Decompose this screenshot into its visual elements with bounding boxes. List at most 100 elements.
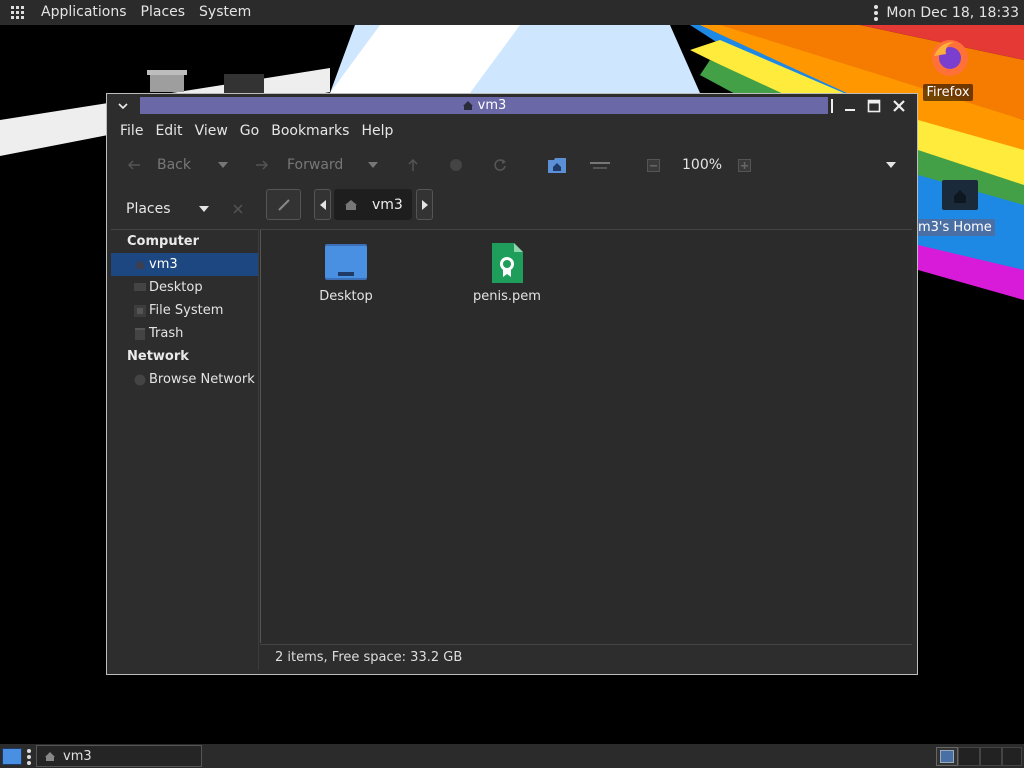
toggle-location-entry-button[interactable] bbox=[266, 189, 301, 220]
back-history-dropdown[interactable] bbox=[218, 162, 228, 168]
sidebar-item-vm3[interactable]: vm3 bbox=[111, 253, 258, 276]
window-menu-button[interactable] bbox=[107, 94, 139, 118]
arrow-right-icon bbox=[256, 160, 269, 170]
chevron-right-icon bbox=[421, 199, 428, 210]
drive-icon bbox=[133, 304, 146, 317]
computer-icon bbox=[590, 162, 610, 169]
close-sidebar-button[interactable] bbox=[233, 203, 243, 218]
file-view[interactable]: Desktop penis.pem bbox=[260, 229, 912, 643]
trash-icon bbox=[133, 327, 146, 340]
sidebar-item-desktop[interactable]: Desktop bbox=[111, 276, 258, 299]
top-panel: Applications Places System Mon Dec 18, 1… bbox=[0, 0, 1024, 25]
sidebar-item-browse-network[interactable]: Browse Network bbox=[111, 368, 258, 391]
sidebar-header-computer: Computer bbox=[127, 234, 200, 249]
desktop-icon-home[interactable]: m3's Home bbox=[915, 176, 995, 236]
applications-menu[interactable]: Applications bbox=[34, 0, 134, 25]
arrow-up-icon bbox=[408, 158, 418, 171]
menu-go[interactable]: Go bbox=[234, 123, 265, 139]
app-grid-icon[interactable] bbox=[11, 5, 25, 20]
toolbar-overflow-button[interactable] bbox=[886, 162, 896, 168]
path-button-home[interactable]: vm3 bbox=[334, 189, 412, 220]
home-folder-icon bbox=[548, 157, 566, 173]
file-item-penis-pem[interactable]: penis.pem bbox=[457, 242, 557, 304]
menu-view[interactable]: View bbox=[189, 123, 234, 139]
zoom-out-button[interactable] bbox=[647, 158, 660, 172]
menu-help[interactable]: Help bbox=[355, 123, 399, 139]
panel-menu-icon[interactable] bbox=[874, 4, 879, 21]
stop-button[interactable] bbox=[449, 158, 463, 172]
home-icon bbox=[462, 101, 473, 110]
taskbar-item-vm3[interactable]: vm3 bbox=[36, 745, 202, 767]
file-manager-window: vm3 File Edit View Go Bookmarks Help Bac… bbox=[106, 93, 918, 675]
dropdown-arrow-icon bbox=[198, 206, 209, 212]
window-title[interactable]: vm3 bbox=[140, 97, 828, 114]
sidebar: Computer vm3 Desktop File System Trash N… bbox=[111, 229, 259, 670]
menu-bar: File Edit View Go Bookmarks Help bbox=[107, 118, 917, 144]
places-menu[interactable]: Places bbox=[134, 0, 193, 25]
location-bar: Places vm3 bbox=[107, 189, 917, 229]
desktop-icon-firefox[interactable]: Firefox bbox=[918, 36, 978, 101]
path-scroll-left-button[interactable] bbox=[314, 189, 331, 220]
sidebar-item-file-system[interactable]: File System bbox=[111, 299, 258, 322]
sidebar-item-label: File System bbox=[149, 303, 224, 318]
path-current: vm3 bbox=[372, 196, 403, 213]
file-item-label: penis.pem bbox=[473, 289, 541, 304]
workspace-1[interactable] bbox=[936, 747, 958, 766]
forward-button[interactable]: Forward bbox=[255, 157, 343, 173]
sidebar-header-network: Network bbox=[127, 349, 189, 364]
dropdown-arrow-icon bbox=[218, 162, 228, 168]
path-scroll-right-button[interactable] bbox=[416, 189, 433, 220]
up-button[interactable] bbox=[407, 158, 419, 172]
workspace-2[interactable] bbox=[958, 747, 980, 766]
maximize-button[interactable] bbox=[863, 95, 885, 117]
menu-file[interactable]: File bbox=[114, 123, 149, 139]
chevron-down-icon bbox=[118, 103, 128, 110]
sidebar-item-label: Trash bbox=[149, 326, 184, 341]
forward-history-dropdown[interactable] bbox=[368, 162, 378, 168]
desktop-icon bbox=[133, 281, 146, 294]
arrow-left-icon bbox=[127, 160, 140, 170]
system-menu[interactable]: System bbox=[192, 0, 258, 25]
close-button[interactable] bbox=[888, 95, 910, 117]
forward-label: Forward bbox=[287, 157, 344, 173]
dropdown-arrow-icon bbox=[368, 162, 378, 168]
home-folder-icon bbox=[942, 180, 978, 210]
status-bar: 2 items, Free space: 33.2 GB bbox=[260, 644, 912, 670]
back-button[interactable]: Back bbox=[127, 157, 191, 173]
maximize-icon bbox=[867, 99, 881, 113]
reload-button[interactable] bbox=[493, 158, 507, 172]
network-icon bbox=[133, 373, 146, 386]
sidebar-selector[interactable]: Places bbox=[126, 201, 209, 217]
desktop-icon-label: m3's Home bbox=[915, 219, 995, 236]
title-bar[interactable]: vm3 bbox=[107, 94, 917, 118]
home-button[interactable] bbox=[547, 157, 567, 174]
certificate-file-icon bbox=[492, 243, 523, 283]
back-label: Back bbox=[157, 157, 191, 173]
workspace-switcher[interactable] bbox=[936, 747, 1022, 766]
zoom-in-button[interactable] bbox=[738, 158, 751, 172]
home-icon bbox=[45, 751, 55, 761]
window-title-text: vm3 bbox=[477, 98, 507, 113]
menu-edit[interactable]: Edit bbox=[149, 123, 188, 139]
pencil-icon bbox=[277, 198, 290, 211]
workspace-3[interactable] bbox=[980, 747, 1002, 766]
file-item-desktop[interactable]: Desktop bbox=[296, 242, 396, 304]
clock[interactable]: Mon Dec 18, 18:33 bbox=[886, 5, 1024, 21]
close-icon bbox=[233, 204, 243, 214]
menu-bookmarks[interactable]: Bookmarks bbox=[265, 123, 355, 139]
workspace-4[interactable] bbox=[1002, 747, 1022, 766]
show-desktop-button[interactable] bbox=[2, 748, 22, 765]
sidebar-selector-label: Places bbox=[126, 201, 171, 217]
sidebar-item-label: vm3 bbox=[149, 257, 178, 272]
close-icon bbox=[893, 100, 905, 112]
sidebar-item-label: Browse Network bbox=[149, 372, 255, 387]
computer-button[interactable] bbox=[590, 160, 610, 170]
minimize-button[interactable] bbox=[839, 95, 861, 117]
bottom-panel: vm3 bbox=[0, 744, 1024, 768]
zoom-level[interactable]: 100% bbox=[682, 157, 722, 173]
firefox-icon bbox=[932, 40, 968, 76]
reload-icon bbox=[494, 159, 506, 171]
title-separator bbox=[831, 99, 833, 113]
sidebar-item-trash[interactable]: Trash bbox=[111, 322, 258, 345]
desktop-icon-label: Firefox bbox=[923, 84, 973, 101]
